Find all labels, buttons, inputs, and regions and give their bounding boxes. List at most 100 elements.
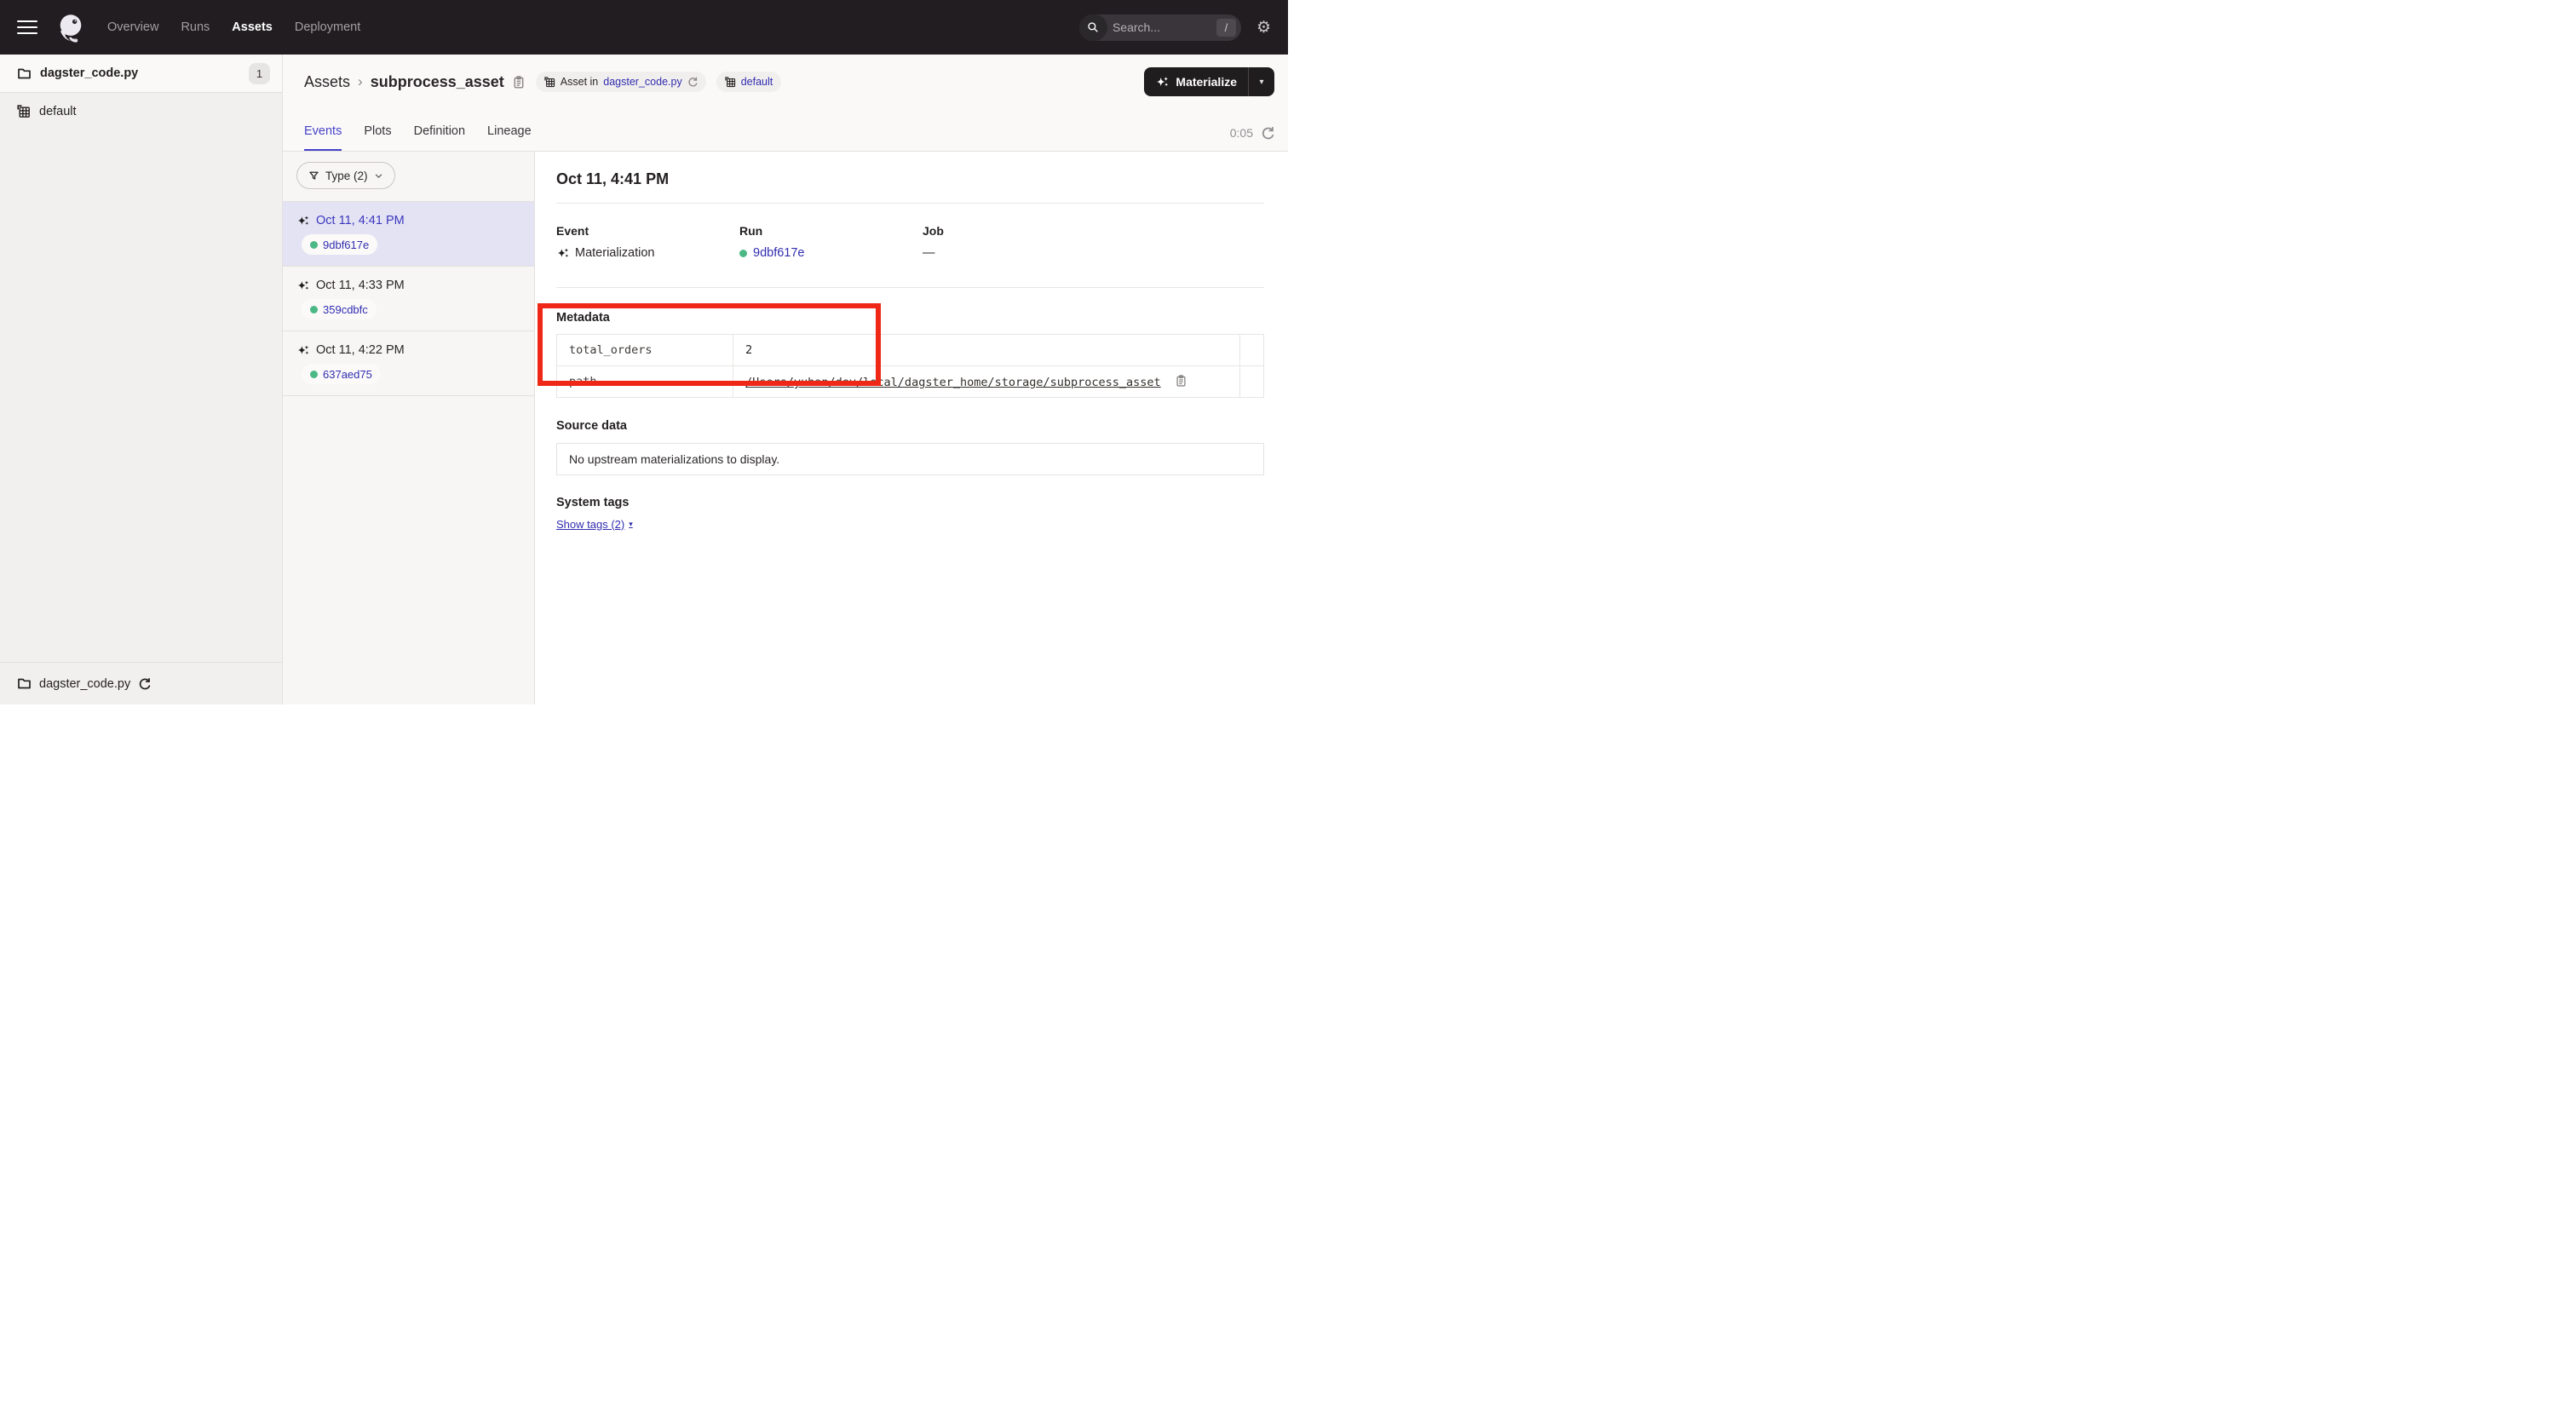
- event-timestamp-link[interactable]: Oct 11, 4:33 PM: [316, 279, 405, 292]
- filter-label: Type (2): [325, 170, 368, 182]
- asset-group-icon: [17, 105, 31, 118]
- run-success-dot: [739, 250, 747, 257]
- code-location-link[interactable]: dagster_code.py: [603, 76, 681, 88]
- materialize-split-button: Materialize ▾: [1144, 67, 1274, 96]
- nav-deployment[interactable]: Deployment: [295, 20, 360, 34]
- chevron-down-icon: [374, 171, 383, 181]
- tab-lineage[interactable]: Lineage: [487, 124, 532, 151]
- materialization-sparkle-icon: [296, 344, 309, 356]
- run-id-link[interactable]: 359cdbfc: [323, 303, 368, 316]
- run-success-dot: [310, 371, 318, 378]
- asset-group-icon: [725, 77, 736, 88]
- nav-runs[interactable]: Runs: [181, 20, 210, 34]
- materialization-sparkle-icon: [296, 279, 309, 291]
- metadata-section: Metadata total_orders 2 path /Users/yuha…: [556, 288, 1264, 398]
- page-header: Assets › subprocess_asset Asset in dagst…: [283, 55, 1288, 152]
- sidebar-item-label: default: [39, 105, 77, 118]
- badge-prefix: Asset in: [561, 76, 598, 88]
- nav-assets[interactable]: Assets: [232, 20, 273, 34]
- breadcrumb: Assets › subprocess_asset: [304, 73, 526, 91]
- copy-path-icon[interactable]: [1175, 374, 1187, 388]
- reload-location-icon[interactable]: [687, 77, 698, 87]
- run-id-pill[interactable]: 359cdbfc: [302, 299, 377, 319]
- nav-overview[interactable]: Overview: [107, 20, 158, 34]
- event-row[interactable]: Oct 11, 4:41 PM 9dbf617e: [283, 202, 534, 267]
- filter-funnel-icon: [308, 170, 319, 181]
- event-row[interactable]: Oct 11, 4:33 PM 359cdbfc: [283, 267, 534, 331]
- metadata-value: 2: [733, 335, 1240, 366]
- caret-down-icon: ▾: [1259, 78, 1263, 87]
- run-id-pill[interactable]: 9dbf617e: [302, 234, 377, 255]
- page-title: subprocess_asset: [371, 73, 504, 91]
- asset-group-badge: default: [716, 72, 782, 92]
- asset-count-badge: 1: [249, 63, 270, 84]
- settings-gear-icon[interactable]: ⚙: [1256, 20, 1271, 36]
- code-location-label: dagster_code.py: [39, 677, 130, 691]
- event-timestamp-link[interactable]: Oct 11, 4:41 PM: [316, 214, 405, 227]
- materialize-dropdown-button[interactable]: ▾: [1249, 67, 1274, 96]
- folder-icon: [17, 676, 32, 691]
- sidebar-group-dagster-code[interactable]: dagster_code.py 1: [0, 55, 282, 93]
- metadata-key: total_orders: [557, 335, 733, 366]
- system-tags-section: System tags Show tags (2) ▾: [556, 475, 1264, 532]
- metadata-path-link[interactable]: /Users/yuhan/dev/local/dagster_home/stor…: [745, 376, 1161, 389]
- event-column-label: Event: [556, 224, 739, 238]
- source-data-section: Source data No upstream materializations…: [556, 398, 1264, 475]
- folder-icon: [17, 66, 32, 81]
- run-success-dot: [310, 306, 318, 313]
- breadcrumb-assets[interactable]: Assets: [304, 73, 350, 91]
- event-row[interactable]: Oct 11, 4:22 PM 637aed75: [283, 331, 534, 396]
- search-shortcut-key: /: [1216, 19, 1236, 37]
- run-success-dot: [310, 241, 318, 249]
- asset-location-badge: Asset in dagster_code.py: [536, 72, 706, 92]
- asset-icon: [544, 77, 555, 88]
- search-input[interactable]: [1107, 20, 1216, 34]
- dagster-logo-icon[interactable]: [53, 9, 89, 45]
- sidebar-item-default[interactable]: default: [0, 93, 282, 130]
- search-bar[interactable]: /: [1079, 14, 1241, 41]
- metadata-row: path /Users/yuhan/dev/local/dagster_home…: [557, 366, 1264, 398]
- copy-asset-name-icon[interactable]: [512, 75, 526, 89]
- run-id-pill[interactable]: 637aed75: [302, 364, 381, 384]
- asset-sidebar: dagster_code.py 1 default dagster_code.p…: [0, 55, 283, 704]
- timer-value: 0:05: [1230, 126, 1253, 140]
- tab-events[interactable]: Events: [304, 124, 342, 151]
- job-column-label: Job: [923, 224, 1264, 238]
- reload-icon[interactable]: [138, 677, 151, 690]
- run-id-link[interactable]: 9dbf617e: [753, 246, 804, 260]
- event-type-value: Materialization: [575, 246, 655, 260]
- event-detail-title: Oct 11, 4:41 PM: [556, 170, 1264, 188]
- metadata-row: total_orders 2: [557, 335, 1264, 366]
- materialization-sparkle-icon: [296, 215, 309, 227]
- caret-down-icon: ▾: [629, 520, 633, 529]
- top-nav: Overview Runs Assets Deployment / ⚙: [0, 0, 1288, 55]
- asset-tabs: Events Plots Definition Lineage: [304, 124, 532, 151]
- tab-definition[interactable]: Definition: [414, 124, 465, 151]
- materialize-button[interactable]: Materialize: [1144, 67, 1248, 96]
- breadcrumb-separator: ›: [358, 73, 363, 90]
- source-data-empty-state: No upstream materializations to display.: [556, 443, 1264, 475]
- source-data-heading: Source data: [556, 419, 1264, 433]
- show-tags-label: Show tags (2): [556, 518, 624, 531]
- search-icon: [1079, 14, 1107, 41]
- event-detail-panel: Oct 11, 4:41 PM Event Materialization Ru…: [535, 152, 1288, 704]
- refresh-timer: 0:05: [1230, 126, 1274, 151]
- run-id-link[interactable]: 637aed75: [323, 368, 372, 381]
- metadata-table: total_orders 2 path /Users/yuhan/dev/loc…: [556, 334, 1264, 398]
- run-id-link[interactable]: 9dbf617e: [323, 239, 369, 251]
- menu-button[interactable]: [17, 20, 37, 35]
- metadata-key: path: [557, 366, 733, 398]
- materialization-sparkle-icon: [556, 247, 569, 259]
- run-column-label: Run: [739, 224, 923, 238]
- event-list-panel: Type (2) Oct 11, 4:41 PM 9dbf617e: [283, 152, 535, 704]
- tab-plots[interactable]: Plots: [364, 124, 391, 151]
- primary-nav: Overview Runs Assets Deployment: [107, 20, 360, 34]
- refresh-icon[interactable]: [1261, 126, 1274, 140]
- system-tags-heading: System tags: [556, 496, 1264, 509]
- type-filter-button[interactable]: Type (2): [296, 162, 395, 189]
- materialize-label: Materialize: [1176, 75, 1237, 89]
- show-tags-link[interactable]: Show tags (2) ▾: [556, 518, 633, 531]
- asset-group-link[interactable]: default: [741, 76, 773, 88]
- event-timestamp-link[interactable]: Oct 11, 4:22 PM: [316, 343, 405, 357]
- sidebar-footer: dagster_code.py: [0, 662, 282, 704]
